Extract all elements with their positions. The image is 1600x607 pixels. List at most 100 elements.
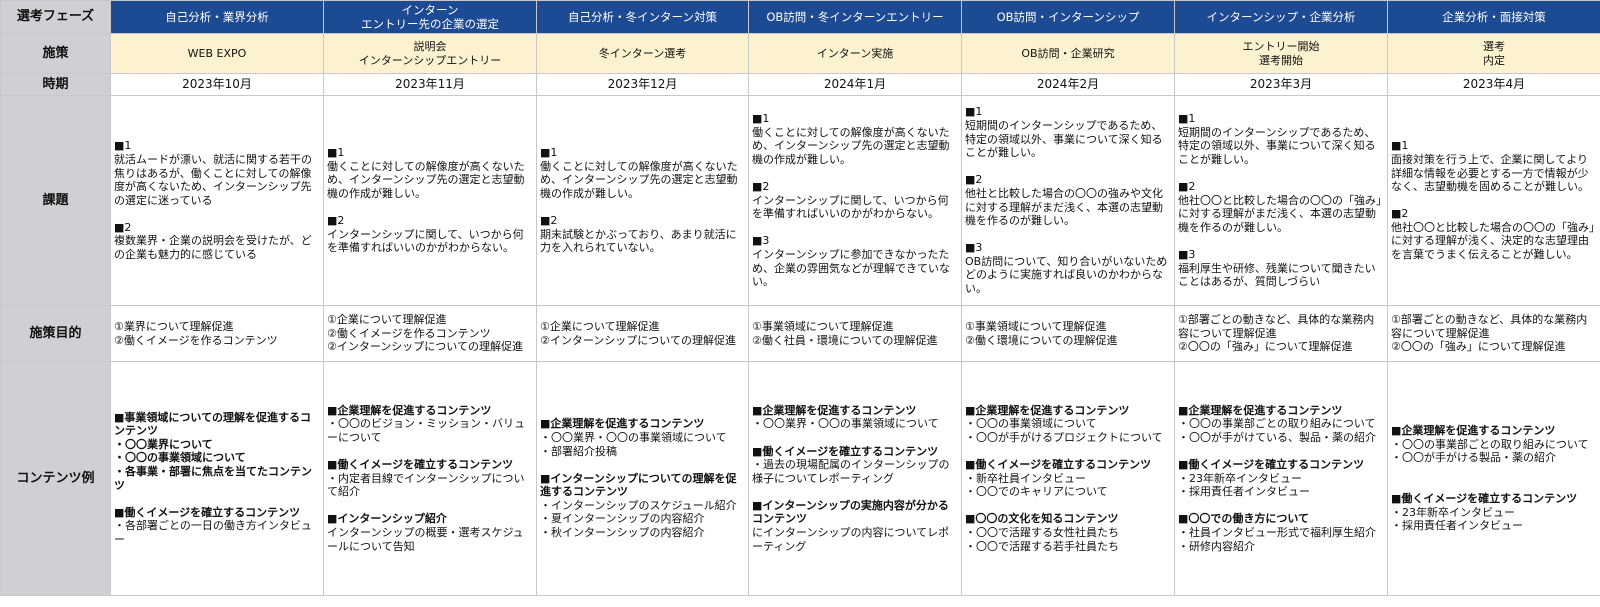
period-row: 時期 2023年10月 2023年11月 2023年12月 2024年1月 2024年2…: [0, 73, 1600, 96]
content-item: ・過去の現場配属のインターンシップの様子についてレポーティング: [752, 458, 950, 485]
measure-cell: 選考 内定: [1387, 33, 1600, 74]
period-cell: 2024年1月: [748, 73, 962, 96]
content-heading: ■働くイメージを確立するコンテンツ: [1391, 492, 1578, 506]
content-item: [1178, 445, 1384, 459]
row-header-measure: 施策: [0, 33, 111, 74]
phase-row: 選考フェーズ 自己分析・業界分析 インターン エントリー先の企業の選定 自己分析・冬…: [0, 0, 1600, 34]
content-heading: ■働くイメージを確立するコンテンツ: [1178, 458, 1365, 472]
content-cell: ■企業理解を促進するコンテンツ ・〇〇のビジョン・ミッション・バリューについて ■働…: [323, 361, 537, 596]
content-item: ・〇〇が手がけている、製品・薬の紹介: [1178, 430, 1376, 444]
challenges-row: 課題 ■1 就活ムードが漂い、就活に関する若干の焦りはあるが、働くことに対しての…: [0, 95, 1600, 306]
content-item: ・インターンシップのスケジュール紹介: [540, 498, 737, 512]
content-item: ・秋インターンシップの内容紹介: [540, 526, 705, 540]
purpose-cell: ①事業領域について理解促進 ②働く社員・環境についての理解促進: [748, 305, 962, 362]
content-heading: ■インターンシップについての理解を促進するコンテンツ: [540, 471, 737, 499]
content-item: ・〇〇の事業部ごとの取り組みについて: [1178, 417, 1376, 431]
phase-cell: OB訪問・冬インターンエントリー: [748, 0, 962, 34]
content-item: [752, 431, 958, 445]
content-heading: ・〇〇の事業領域について: [114, 451, 246, 465]
content-item: ・夏インターンシップの内容紹介: [540, 512, 705, 526]
purpose-cell: ①部署ごとの動きなど、具体的な業務内容について理解促進 ②〇〇の「強み」について…: [1174, 305, 1388, 362]
content-cell: ■事業領域についての理解を促進するコンテンツ ・〇〇業界について ・〇〇の事業領域に…: [110, 361, 324, 596]
row-header-content: コンテンツ例: [0, 361, 111, 596]
purpose-row: 施策目的 ①業界について理解促進 ②働くイメージを作るコンテンツ ①企業について理…: [0, 305, 1600, 362]
challenges-cell: ■1 働くことに対しての解像度が高くないため、インターンシップ先の選定と志望動機…: [323, 95, 537, 306]
content-item: ・〇〇業界・〇〇の事業領域について: [540, 430, 727, 444]
content-heading: ■インターンシップ紹介: [327, 512, 447, 526]
phase-cell: 自己分析・業界分析: [110, 0, 324, 34]
content-heading: ■働くイメージを確立するコンテンツ: [965, 458, 1152, 472]
content-item: [1391, 479, 1597, 493]
measure-cell: 説明会 インターンシップエントリー: [323, 33, 537, 74]
challenges-cell: ■1 働くことに対しての解像度が高くないため、インターンシップ先の選定と志望動機…: [536, 95, 749, 306]
content-item: ・23年新卒インタビュー: [1178, 471, 1302, 485]
content-item: ・採用責任者インタビュー: [1178, 485, 1310, 499]
content-item: ・〇〇の事業部ごとの取り組みについて: [1391, 437, 1589, 451]
measure-cell: OB訪問・企業研究: [961, 33, 1175, 74]
content-item: ・部署紹介投稿: [540, 444, 617, 458]
challenges-cell: ■1 面接対策を行う上で、企業に関してより詳細な情報を必要とする一方で情報が少な…: [1387, 95, 1600, 306]
content-heading: ■働くイメージを確立するコンテンツ: [114, 505, 301, 519]
content-item: [540, 458, 745, 472]
row-header-purpose: 施策目的: [0, 305, 111, 362]
phase-cell: OB訪問・インターンシップ: [961, 0, 1175, 34]
content-item: ・〇〇が手がける製品・薬の紹介: [1391, 451, 1556, 465]
period-cell: 2023年10月: [110, 73, 324, 96]
purpose-cell: ①企業について理解促進 ②インターンシップについての理解促進: [536, 305, 749, 362]
content-heading: ■企業理解を促進するコンテンツ: [965, 403, 1130, 417]
content-row: コンテンツ例 ■事業領域についての理解を促進するコンテンツ ・〇〇業界について ・〇…: [0, 361, 1600, 596]
measure-cell: 冬インターン選考: [536, 33, 749, 74]
content-item: ・〇〇で活躍する若手社員たち: [965, 539, 1119, 553]
content-cell: ■企業理解を促進するコンテンツ ・〇〇の事業部ごとの取り組みについて ・〇〇が手がけ…: [1387, 361, 1600, 596]
purpose-cell: ①企業について理解促進 ②働くイメージを作るコンテンツ ②インターンシップについ…: [323, 305, 537, 362]
content-heading: ■働くイメージを確立するコンテンツ: [752, 444, 939, 458]
period-cell: 2024年2月: [961, 73, 1175, 96]
content-heading: ・〇〇業界について: [114, 437, 213, 451]
content-item: ・〇〇のビジョン・ミッション・バリューについて: [327, 417, 525, 444]
content-item: ・社員インタビュー形式で福利厚生紹介: [1178, 526, 1376, 540]
phase-cell: 自己分析・冬インターン対策: [536, 0, 749, 34]
content-heading: ■企業理解を促進するコンテンツ: [540, 417, 705, 431]
content-heading: ■企業理解を促進するコンテンツ: [752, 403, 917, 417]
content-item: インターンシップの概要・選考スケジュールについて告知: [327, 526, 524, 553]
content-item: ・採用責任者インタビュー: [1391, 519, 1523, 533]
row-header-period: 時期: [0, 73, 111, 96]
period-cell: 2023年4月: [1387, 73, 1600, 96]
content-item: ・〇〇業界・〇〇の事業領域について: [752, 417, 939, 431]
content-item: ・研修内容紹介: [1178, 539, 1255, 553]
row-header-phase: 選考フェーズ: [0, 0, 111, 34]
content-cell: ■企業理解を促進するコンテンツ ・〇〇業界・〇〇の事業領域について ・部署紹介投稿 ■…: [536, 361, 749, 596]
content-cell: ■企業理解を促進するコンテンツ ・〇〇の事業部ごとの取り組みについて ・〇〇が手がけ…: [1174, 361, 1388, 596]
content-heading: ■企業理解を促進するコンテンツ: [1391, 424, 1556, 438]
measure-cell: WEB EXPO: [110, 33, 324, 74]
content-heading: ■インターンシップの実施内容が分かるコンテンツ: [752, 498, 949, 526]
measure-cell: インターン実施: [748, 33, 962, 74]
content-item: [1178, 499, 1384, 513]
recruitment-plan-table: 選考フェーズ 自己分析・業界分析 インターン エントリー先の企業の選定 自己分析・冬…: [0, 0, 1600, 596]
purpose-cell: ①事業領域について理解促進 ②働く環境についての理解促進: [961, 305, 1175, 362]
content-item: ・〇〇の事業領域について: [965, 417, 1097, 431]
content-heading: ■〇〇の文化を知るコンテンツ: [965, 512, 1119, 526]
content-item: ・〇〇が手がけるプロジェクトについて: [965, 430, 1163, 444]
content-heading: ■企業理解を促進するコンテンツ: [327, 403, 492, 417]
content-item: ・新卒社員インタビュー: [965, 471, 1086, 485]
measure-row: 施策 WEB EXPO 説明会 インターンシップエントリー 冬インターン選考 インター…: [0, 33, 1600, 74]
measure-cell: エントリー開始 選考開始: [1174, 33, 1388, 74]
content-item: [965, 445, 1171, 459]
content-item: [327, 499, 533, 513]
phase-cell: 企業分析・面接対策: [1387, 0, 1600, 34]
content-item: [1391, 465, 1597, 479]
content-heading: ・各事業・部署に焦点を当てたコンテンツ: [114, 464, 312, 492]
period-cell: 2023年11月: [323, 73, 537, 96]
content-heading: ■企業理解を促進するコンテンツ: [1178, 403, 1343, 417]
content-item: ・内定者目線でインターンシップについて紹介: [327, 471, 525, 499]
content-item: [327, 445, 533, 459]
period-cell: 2023年3月: [1174, 73, 1388, 96]
challenges-cell: ■1 就活ムードが漂い、就活に関する若干の焦りはあるが、働くことに対しての解像度…: [110, 95, 324, 306]
content-heading: ■働くイメージを確立するコンテンツ: [327, 458, 514, 472]
challenges-cell: ■1 短期間のインターンシップであるため、特定の領域以外、事業について深く知るこ…: [1174, 95, 1388, 306]
phase-cell: インターン エントリー先の企業の選定: [323, 0, 537, 34]
content-item: ・各部署ごとの一日の働き方インタビュー: [114, 519, 312, 546]
content-item: [965, 499, 1171, 513]
content-item: にインターンシップの内容についてレポーティング: [752, 526, 950, 553]
